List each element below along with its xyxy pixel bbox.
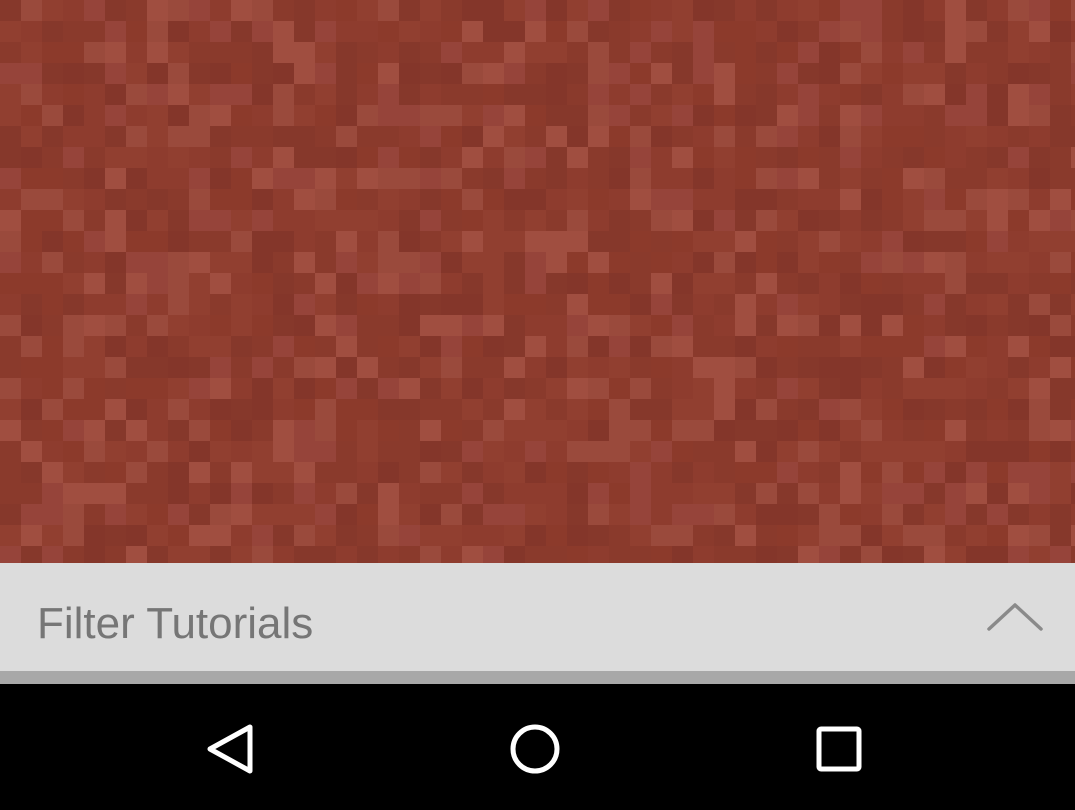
filter-bar-divider <box>0 671 1075 684</box>
chevron-up-icon[interactable] <box>985 599 1045 635</box>
filter-tutorials-label: Filter Tutorials <box>37 599 314 648</box>
filter-tutorials-bar[interactable]: Filter Tutorials <box>0 563 1075 671</box>
back-triangle-icon[interactable] <box>200 717 264 781</box>
recents-square-icon[interactable] <box>807 717 871 781</box>
system-navigation-bar <box>0 684 1075 810</box>
app-screen: Filter Tutorials <box>0 0 1075 810</box>
brick-texture-background <box>0 0 1075 563</box>
home-circle-icon[interactable] <box>503 717 567 781</box>
